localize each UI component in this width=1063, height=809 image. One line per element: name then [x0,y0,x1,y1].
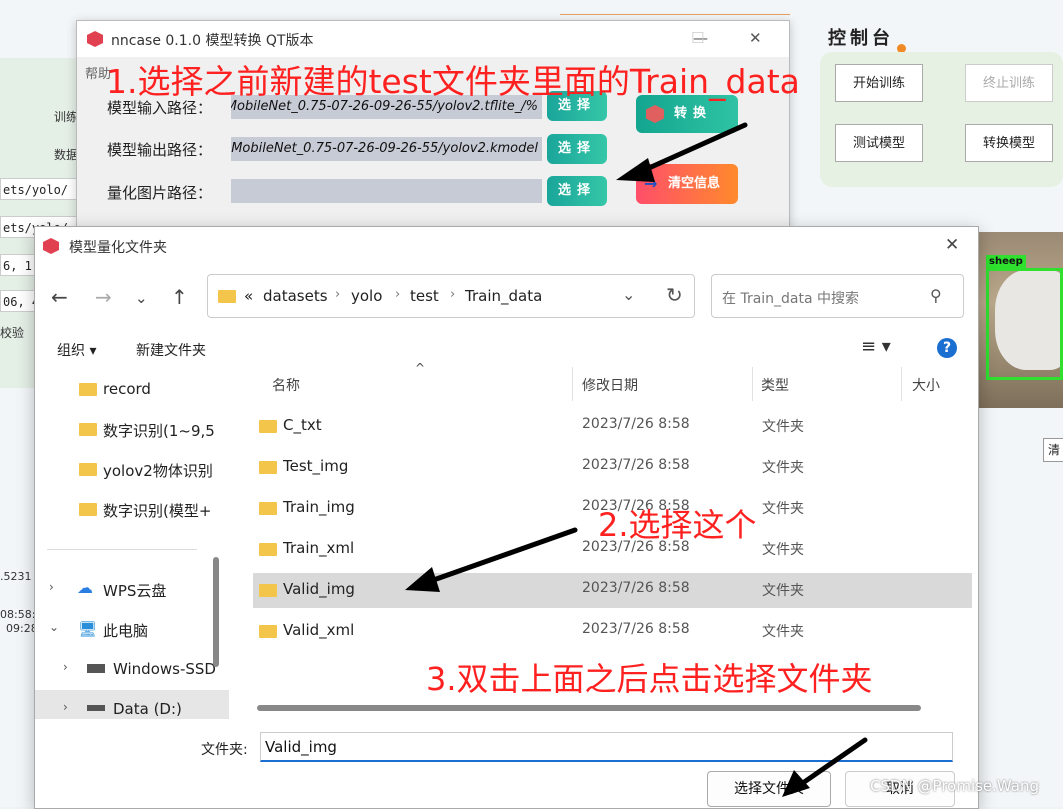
arrowhead [405,567,440,592]
arrow-to-select-button [794,737,868,790]
annotation-step-3: 3.双击上面之后点击选择文件夹 [426,660,873,698]
annotation-step-2: 2.选择这个 [598,506,757,544]
arrow-to-valid-img [422,527,578,586]
arrowhead [616,158,655,182]
arrow-to-quant-select [637,122,748,175]
watermark: CSDN @Promise.Wang [870,777,1040,795]
arrowhead [782,770,810,797]
annotation-step-1: 1.选择之前新建的test文件夹里面的Train_data [106,62,800,101]
